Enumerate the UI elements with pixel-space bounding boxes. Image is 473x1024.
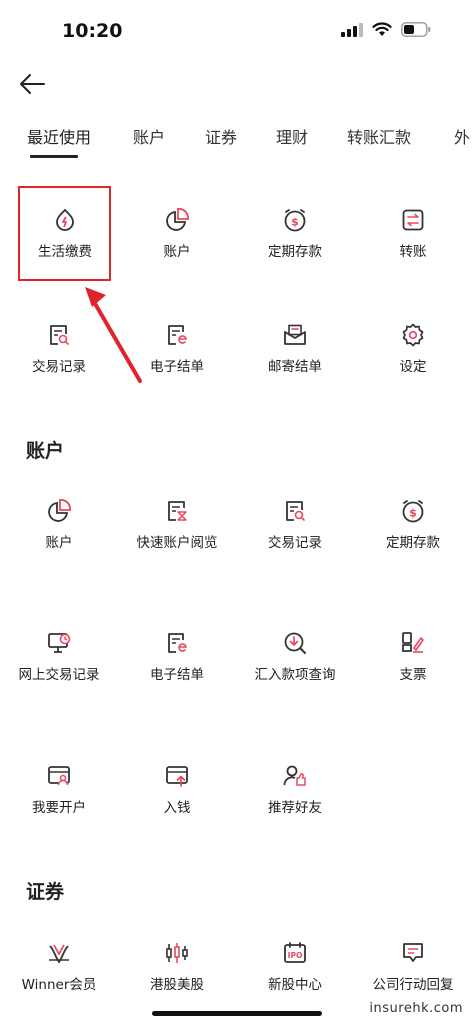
account-item-label: 账户	[45, 535, 73, 551]
refer-friend-icon	[283, 765, 306, 786]
tab-wealth[interactable]: 理财	[276, 124, 308, 148]
recent-item-label: 转账	[399, 244, 427, 260]
account-item-online-transactions[interactable]: 网上交易记录	[0, 630, 118, 684]
highlight-box	[18, 186, 111, 281]
status-time: 10:20	[62, 20, 123, 42]
time-deposit-icon: $	[284, 209, 306, 232]
recent-item-label: 设定	[399, 359, 427, 375]
securities-item-winner[interactable]: Winner会员	[0, 940, 118, 994]
tab-foreign[interactable]: 外	[454, 124, 470, 148]
wifi-icon	[372, 22, 392, 36]
securities-item-hk-us-stocks[interactable]: 港股美股	[118, 940, 236, 994]
cheque-icon	[402, 632, 424, 653]
tab-recent[interactable]: 最近使用	[27, 124, 91, 148]
inward-remittance-icon	[284, 632, 306, 654]
home-indicator	[152, 1011, 322, 1016]
account-item-transaction-record[interactable]: 交易记录	[236, 498, 354, 552]
account-item-refer-friend[interactable]: 推荐好友	[236, 763, 354, 817]
account-item-label: 推荐好友	[268, 800, 322, 816]
securities-item-label: Winner会员	[21, 977, 97, 993]
account-item-cheque[interactable]: 支票	[354, 630, 472, 684]
corporate-action-icon	[403, 943, 423, 962]
account-item-label: 支票	[399, 667, 427, 683]
e-statement-icon	[168, 325, 187, 345]
transaction-record-icon	[50, 325, 69, 345]
account-item-inward-remittance[interactable]: 汇入款项查询	[236, 630, 354, 684]
ipo-center-icon: IPO	[284, 942, 306, 963]
recent-item-transfer[interactable]: 转账	[354, 207, 472, 261]
account-item-label: 网上交易记录	[18, 667, 100, 683]
status-bar: 10:20	[0, 0, 473, 60]
recent-item-time-deposit[interactable]: $ 定期存款	[236, 207, 354, 261]
cellular-signal-icon	[341, 22, 363, 37]
account-item-label: 入钱	[163, 800, 191, 816]
account-pie-icon	[48, 499, 71, 522]
category-tabs: 最近使用 账户 证券 理财 转账汇款 外	[0, 118, 473, 160]
recent-item-label: 账户	[163, 244, 191, 260]
open-account-icon	[48, 766, 70, 786]
account-item-label: 汇入款项查询	[254, 667, 336, 683]
tab-securities[interactable]: 证券	[205, 124, 237, 148]
account-item-time-deposit[interactable]: $ 定期存款	[354, 498, 472, 552]
securities-item-label: 港股美股	[150, 977, 204, 993]
transaction-record-icon	[286, 501, 305, 521]
mail-statement-icon	[284, 324, 306, 345]
active-tab-indicator	[30, 155, 78, 158]
securities-item-ipo-center[interactable]: IPO 新股中心	[236, 940, 354, 994]
online-transaction-icon	[48, 633, 71, 653]
account-item-open-account[interactable]: 我要开户	[0, 763, 118, 817]
watermark: insurehk.com	[369, 1001, 463, 1016]
settings-gear-icon	[402, 323, 424, 347]
account-item-label: 快速账户阅览	[136, 535, 218, 551]
recent-item-account[interactable]: 账户	[118, 207, 236, 261]
back-arrow-icon	[20, 74, 45, 94]
account-pie-icon	[166, 208, 189, 231]
quick-account-view-icon	[168, 501, 187, 521]
red-annotation-arrow-icon	[85, 287, 142, 383]
tab-transfer[interactable]: 转账汇款	[347, 124, 411, 148]
tab-account[interactable]: 账户	[133, 124, 165, 148]
deposit-money-icon	[166, 766, 188, 787]
account-item-label: 定期存款	[386, 535, 440, 551]
svg-text:$: $	[409, 507, 417, 520]
recent-item-settings[interactable]: 设定	[354, 322, 472, 376]
account-item-deposit-money[interactable]: 入钱	[118, 763, 236, 817]
transfer-icon	[402, 209, 424, 231]
svg-text:IPO: IPO	[288, 951, 303, 960]
recent-item-label: 邮寄结单	[268, 359, 322, 375]
recent-item-mail-statement[interactable]: 邮寄结单	[236, 322, 354, 376]
account-item-e-statement[interactable]: 电子结单	[118, 630, 236, 684]
status-icons	[341, 22, 431, 37]
securities-item-label: 新股中心	[268, 977, 322, 993]
securities-item-label: 公司行动回复	[372, 977, 454, 993]
section-title-securities: 证券	[26, 881, 65, 903]
recent-item-label: 定期存款	[268, 244, 322, 260]
securities-item-corporate-action[interactable]: 公司行动回复	[354, 940, 472, 994]
back-button[interactable]	[16, 70, 48, 98]
account-item-quick-view[interactable]: 快速账户阅览	[118, 498, 236, 552]
svg-text:$: $	[291, 216, 299, 229]
battery-icon	[401, 22, 431, 37]
account-item-account[interactable]: 账户	[0, 498, 118, 552]
time-deposit-icon: $	[402, 500, 424, 523]
stock-candlestick-icon	[166, 943, 188, 963]
account-item-label: 交易记录	[268, 535, 322, 551]
account-item-label: 电子结单	[150, 667, 204, 683]
e-statement-icon	[168, 633, 187, 653]
account-item-label: 我要开户	[32, 800, 86, 816]
section-title-account: 账户	[26, 440, 65, 462]
winner-member-icon	[49, 944, 69, 964]
